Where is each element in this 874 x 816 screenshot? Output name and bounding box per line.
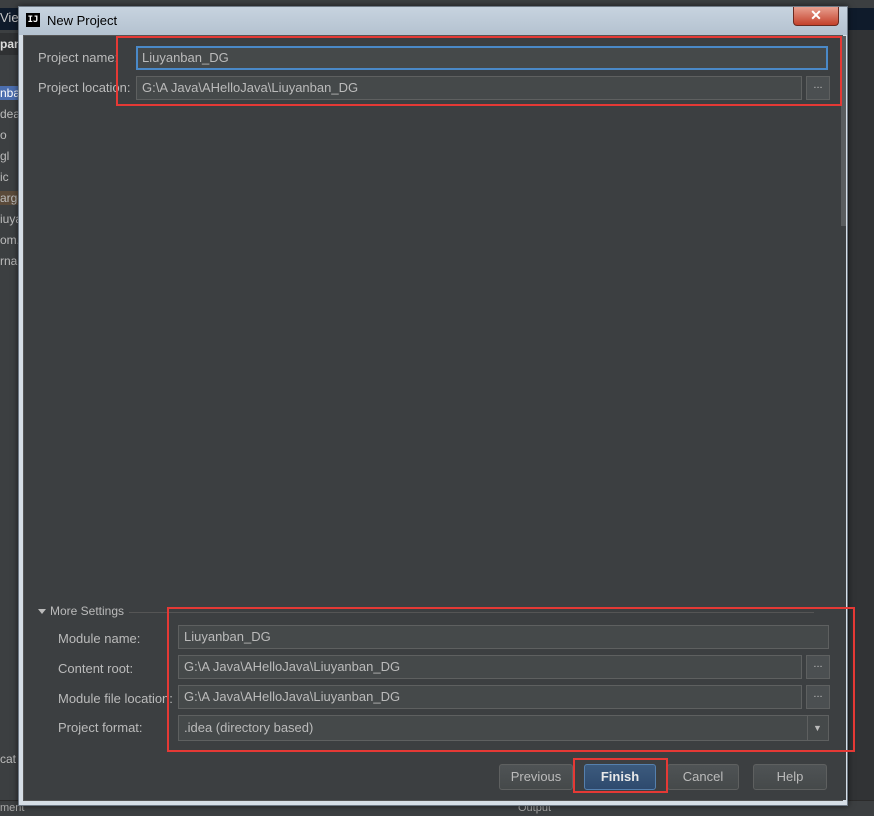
background-tree-item: gl	[0, 149, 10, 163]
more-settings-divider	[129, 612, 814, 613]
dialog-body: Project name: Liuyanban_DG Project locat…	[23, 35, 846, 801]
background-tree-item: om.	[0, 233, 21, 247]
project-name-label: Project name:	[38, 50, 119, 65]
scrollbar-thumb[interactable]	[841, 36, 846, 226]
project-format-label: Project format:	[58, 720, 143, 735]
chevron-down-icon[interactable]	[38, 609, 46, 614]
content-root-browse-button[interactable]: ...	[806, 655, 830, 679]
project-format-value: .idea (directory based)	[184, 720, 314, 735]
close-button[interactable]: ✕	[793, 7, 839, 26]
background-tree-item: rnal	[0, 254, 21, 268]
project-format-select[interactable]: .idea (directory based)	[178, 715, 829, 741]
background-right-panel	[848, 30, 874, 815]
cancel-button[interactable]: Cancel	[667, 764, 739, 790]
background-menu-view: Vie	[0, 10, 19, 25]
project-location-field[interactable]: G:\A Java\AHelloJava\Liuyanban_DG	[136, 76, 802, 100]
project-name-field[interactable]: Liuyanban_DG	[136, 46, 828, 70]
module-name-label: Module name:	[58, 631, 141, 646]
module-name-field[interactable]: Liuyanban_DG	[178, 625, 829, 649]
project-location-label: Project location:	[38, 80, 131, 95]
intellij-logo-icon: IJ	[26, 13, 40, 27]
project-location-browse-button[interactable]: ...	[806, 76, 830, 100]
dialog-title: New Project	[47, 13, 118, 28]
more-settings-toggle[interactable]: More Settings	[50, 604, 124, 618]
dialog-titlebar: IJ New Project ✕	[19, 7, 847, 35]
previous-button[interactable]: Previous	[499, 764, 573, 790]
content-root-label: Content root:	[58, 661, 134, 676]
background-tree-item: ic	[0, 170, 9, 184]
background-bottom-tab: cat	[0, 752, 17, 766]
dialog-scrollbar[interactable]	[841, 36, 846, 800]
help-button[interactable]: Help	[753, 764, 827, 790]
chevron-down-icon[interactable]: ▼	[807, 716, 827, 740]
content-root-field[interactable]: G:\A Java\AHelloJava\Liuyanban_DG	[178, 655, 802, 679]
module-file-location-browse-button[interactable]: ...	[806, 685, 830, 709]
module-file-location-field[interactable]: G:\A Java\AHelloJava\Liuyanban_DG	[178, 685, 802, 709]
finish-button[interactable]: Finish	[584, 764, 656, 790]
new-project-dialog: IJ New Project ✕ Project name: Liuyanban…	[18, 6, 848, 806]
module-file-location-label: Module file location:	[58, 691, 173, 706]
background-tree-item: o	[0, 128, 7, 142]
